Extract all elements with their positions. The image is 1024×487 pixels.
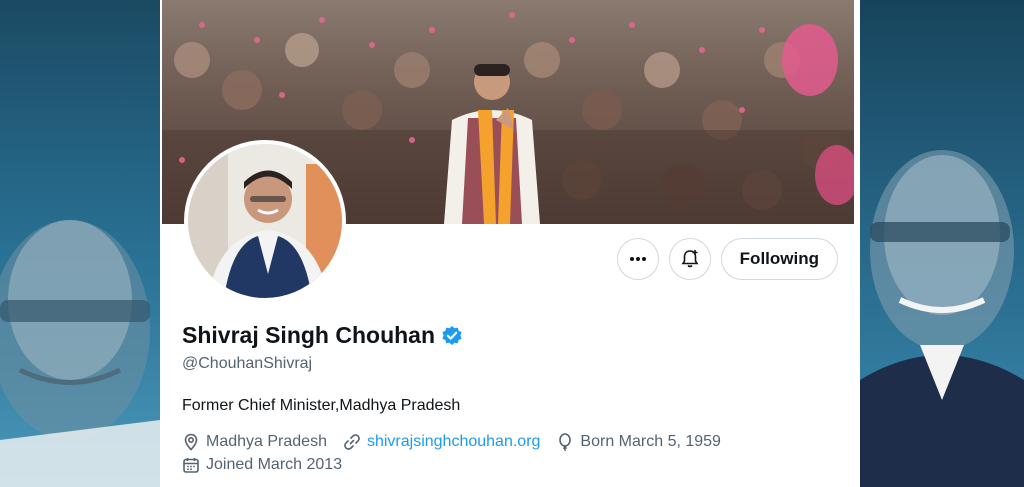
profile-card: Following Shivraj Singh Chouhan @Chouhan…	[160, 0, 860, 487]
profile-actions: Following	[616, 238, 838, 280]
right-background-portrait	[860, 0, 1024, 487]
birthdate-item: Born March 5, 1959	[556, 433, 721, 451]
profile-bio: Former Chief Minister,Madhya Pradesh	[182, 397, 461, 414]
verified-badge-icon	[442, 325, 462, 345]
location-pin-icon	[184, 433, 198, 451]
link-icon	[344, 434, 360, 450]
calendar-icon	[183, 458, 199, 473]
more-options-button[interactable]	[616, 238, 659, 280]
profile-handle: @ChouhanShivraj	[182, 355, 313, 372]
profile-name: Shivraj Singh Chouhan	[182, 322, 436, 348]
profile-avatar[interactable]	[184, 140, 346, 302]
joined-text: Joined March 2013	[206, 456, 343, 473]
more-horizontal-icon	[629, 257, 646, 261]
profile-name-row: Shivraj Singh Chouhan	[182, 322, 463, 349]
notifications-button[interactable]	[668, 238, 711, 280]
joined-item: Joined March 2013	[182, 456, 342, 474]
profile-meta-row: Madhya Pradesh shivrajsinghchouhan.org B…	[182, 433, 721, 451]
location-text: Madhya Pradesh	[206, 433, 327, 450]
bell-plus-icon	[681, 250, 699, 268]
birthdate-text: Born March 5, 1959	[580, 433, 721, 450]
balloon-icon	[559, 433, 572, 451]
left-background-portrait	[0, 0, 160, 487]
website-link[interactable]: shivrajsinghchouhan.org	[367, 433, 540, 451]
profile-meta-row-2: Joined March 2013	[182, 456, 342, 474]
website-item[interactable]: shivrajsinghchouhan.org	[343, 433, 540, 451]
following-button[interactable]: Following	[720, 238, 838, 280]
location-item: Madhya Pradesh	[182, 433, 327, 451]
